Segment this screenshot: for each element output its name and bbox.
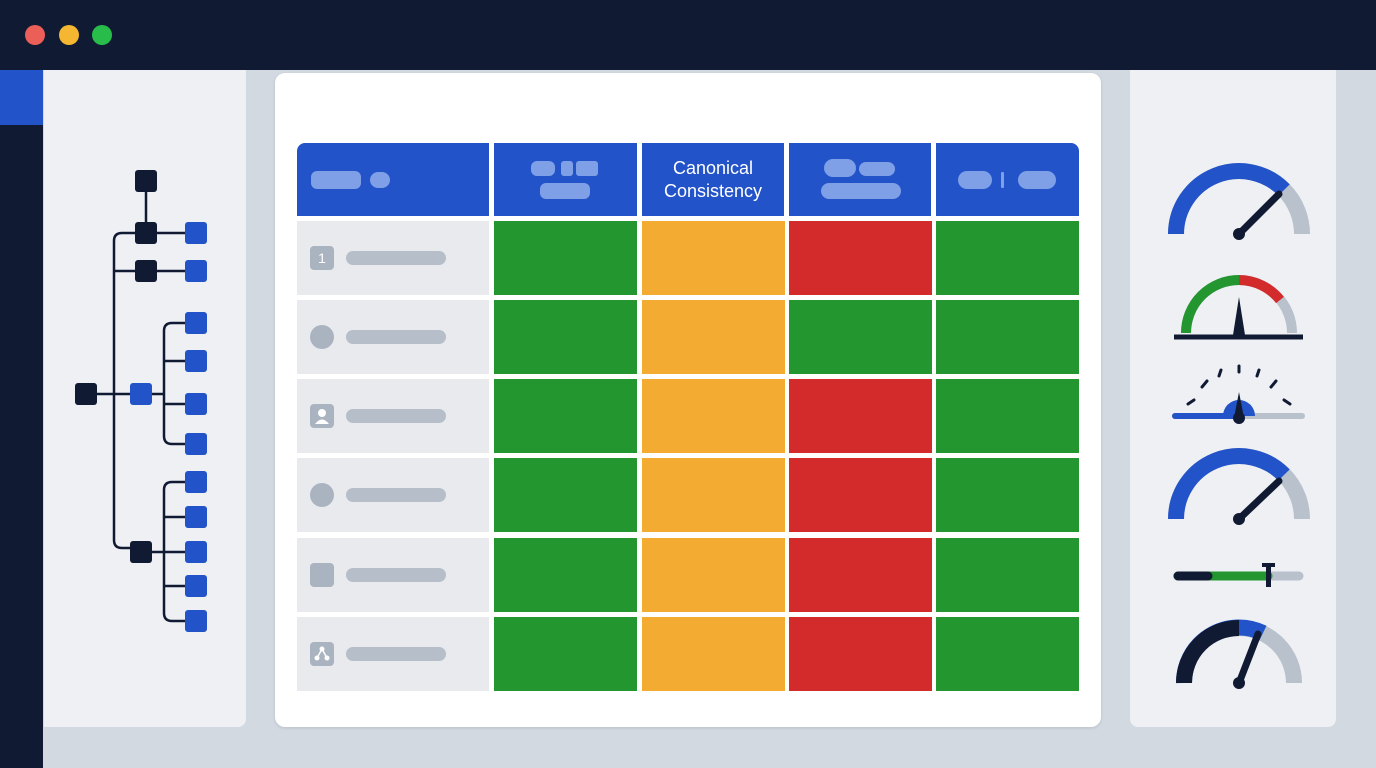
speedometer-gauge-icon — [1168, 448, 1310, 525]
dial-meter-icon — [1172, 364, 1305, 424]
status-meter-icon — [1174, 275, 1303, 340]
progress-slider-icon — [1173, 563, 1304, 587]
speedometer-gauge-icon — [1175, 619, 1302, 689]
gauges-column — [1168, 163, 1310, 689]
speedometer-gauge-icon — [1168, 163, 1310, 240]
